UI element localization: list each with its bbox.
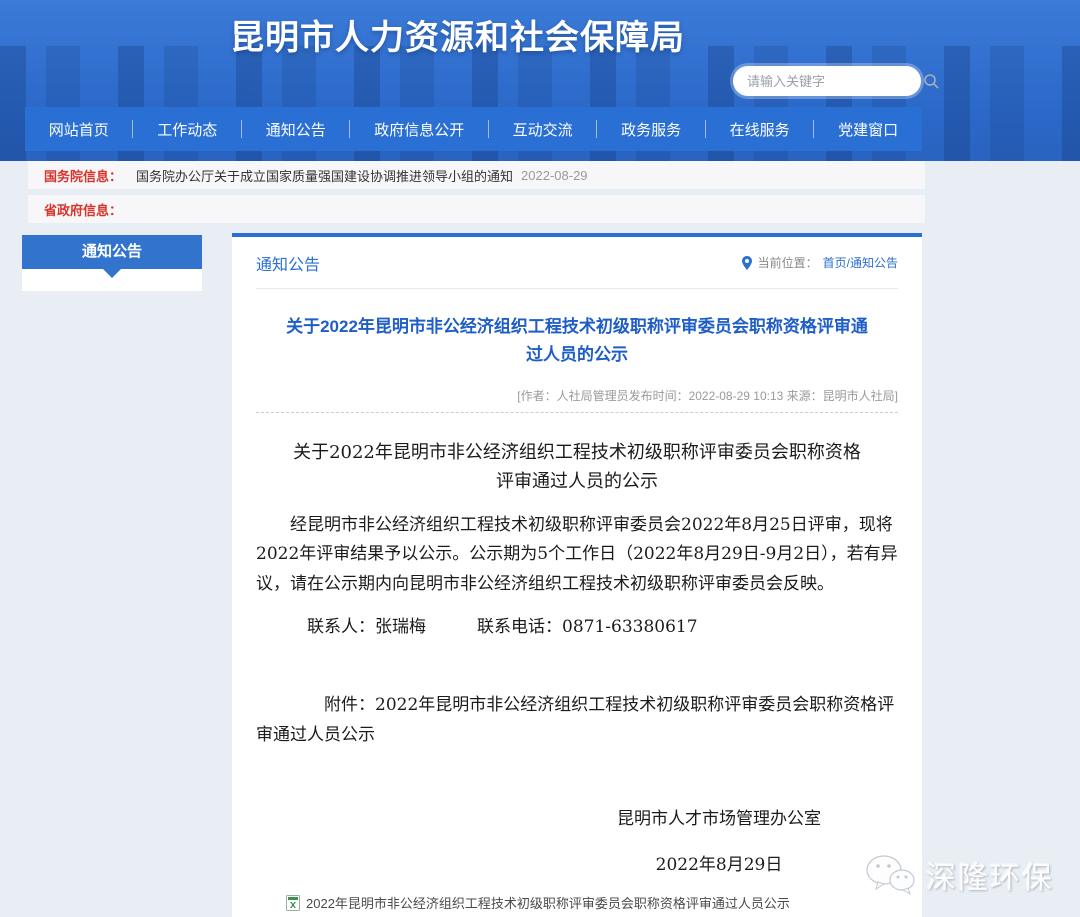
document-body: 关于2022年昆明市非公经济组织工程技术初级职称评审委员会职称资格评审通过人员的… bbox=[256, 439, 898, 875]
watermark-text: 深隆环保 bbox=[926, 853, 1054, 897]
ticker-date: 2022-08-29 bbox=[521, 168, 588, 183]
wechat-watermark: 深隆环保 bbox=[864, 853, 1054, 897]
breadcrumb: 当前位置： 首页/通知公告 bbox=[741, 254, 898, 271]
attachment-link[interactable]: 2022年昆明市非公经济组织工程技术初级职称评审委员会职称资格评审通过人员公示 bbox=[286, 893, 898, 912]
document-paragraph: 经昆明市非公经济组织工程技术初级职称评审委员会2022年8月25日评审，现将20… bbox=[256, 511, 898, 600]
ticker-state-council: 国务院信息： 国务院办公厅关于成立国家质量强国建设协调推进领导小组的通知 202… bbox=[28, 161, 925, 189]
nav-separator bbox=[813, 120, 814, 138]
document-heading: 关于2022年昆明市非公经济组织工程技术初级职称评审委员会职称资格评审通过人员的… bbox=[288, 439, 866, 497]
nav-separator bbox=[349, 120, 350, 138]
content-panel: 通知公告 当前位置： 首页/通知公告 关于2022年昆明市非公经济组织工程技术初… bbox=[232, 233, 922, 917]
main-nav: 网站首页 工作动态 通知公告 政府信息公开 互动交流 政务服务 在线服务 党建窗… bbox=[25, 107, 922, 151]
document-attachment-note: 附件：2022年昆明市非公经济组织工程技术初级职称评审委员会职称资格评审通过人员… bbox=[256, 691, 898, 751]
nav-separator bbox=[241, 120, 242, 138]
ticker-news-link[interactable]: 国务院办公厅关于成立国家质量强国建设协调推进领导小组的通知 bbox=[136, 166, 513, 185]
nav-item-work-news[interactable]: 工作动态 bbox=[157, 119, 217, 140]
document-contact-line: 联系人：张瑞梅 联系电话：0871-63380617 bbox=[256, 612, 898, 637]
article-title: 关于2022年昆明市非公经济组织工程技术初级职称评审委员会职称资格评审通过人员的… bbox=[256, 313, 898, 369]
nav-item-home[interactable]: 网站首页 bbox=[49, 119, 109, 140]
nav-separator bbox=[488, 120, 489, 138]
nav-separator bbox=[705, 120, 706, 138]
breadcrumb-label: 当前位置： bbox=[758, 254, 818, 271]
excel-file-icon bbox=[286, 895, 300, 911]
divider bbox=[256, 412, 898, 413]
nav-separator bbox=[132, 120, 133, 138]
ticker-province: 省政府信息： bbox=[28, 195, 925, 223]
location-pin-icon bbox=[741, 256, 753, 270]
nav-item-gov-services[interactable]: 政务服务 bbox=[621, 119, 681, 140]
nav-item-party-window[interactable]: 党建窗口 bbox=[838, 119, 898, 140]
sidebar-tab-notices[interactable]: 通知公告 bbox=[22, 235, 202, 269]
issue-date: 2022年8月29日 bbox=[544, 850, 894, 875]
search-input[interactable] bbox=[747, 74, 923, 89]
sidebar: 通知公告 bbox=[22, 235, 202, 291]
article-meta: [作者：人社局管理员发布时间：2022-08-29 10:13 来源：昆明市人社… bbox=[256, 387, 898, 404]
sidebar-tab-notch bbox=[22, 269, 202, 291]
nav-item-gov-info[interactable]: 政府信息公开 bbox=[374, 119, 464, 140]
breadcrumb-path[interactable]: 首页/通知公告 bbox=[823, 254, 898, 271]
attachment-file-name: 2022年昆明市非公经济组织工程技术初级职称评审委员会职称资格评审通过人员公示 bbox=[306, 893, 790, 912]
nav-item-online-services[interactable]: 在线服务 bbox=[730, 119, 790, 140]
wechat-icon bbox=[864, 853, 916, 897]
nav-item-interaction[interactable]: 互动交流 bbox=[513, 119, 573, 140]
issuer-name: 昆明市人才市场管理办公室 bbox=[544, 804, 894, 829]
search-box[interactable] bbox=[733, 66, 921, 96]
ticker-label: 省政府信息： bbox=[44, 200, 122, 219]
nav-item-notices[interactable]: 通知公告 bbox=[266, 119, 326, 140]
section-title: 通知公告 bbox=[256, 251, 320, 275]
ticker-label: 国务院信息： bbox=[44, 166, 122, 185]
content-header: 通知公告 当前位置： 首页/通知公告 bbox=[256, 237, 898, 289]
nav-separator bbox=[596, 120, 597, 138]
site-title: 昆明市人力资源和社会保障局 bbox=[230, 10, 685, 59]
signature-block: 昆明市人才市场管理办公室 2022年8月29日 bbox=[544, 804, 894, 875]
header-banner: 昆明市人力资源和社会保障局 网站首页 工作动态 通知公告 政府信息公开 互动交流… bbox=[0, 0, 1080, 161]
search-icon[interactable] bbox=[923, 73, 939, 89]
